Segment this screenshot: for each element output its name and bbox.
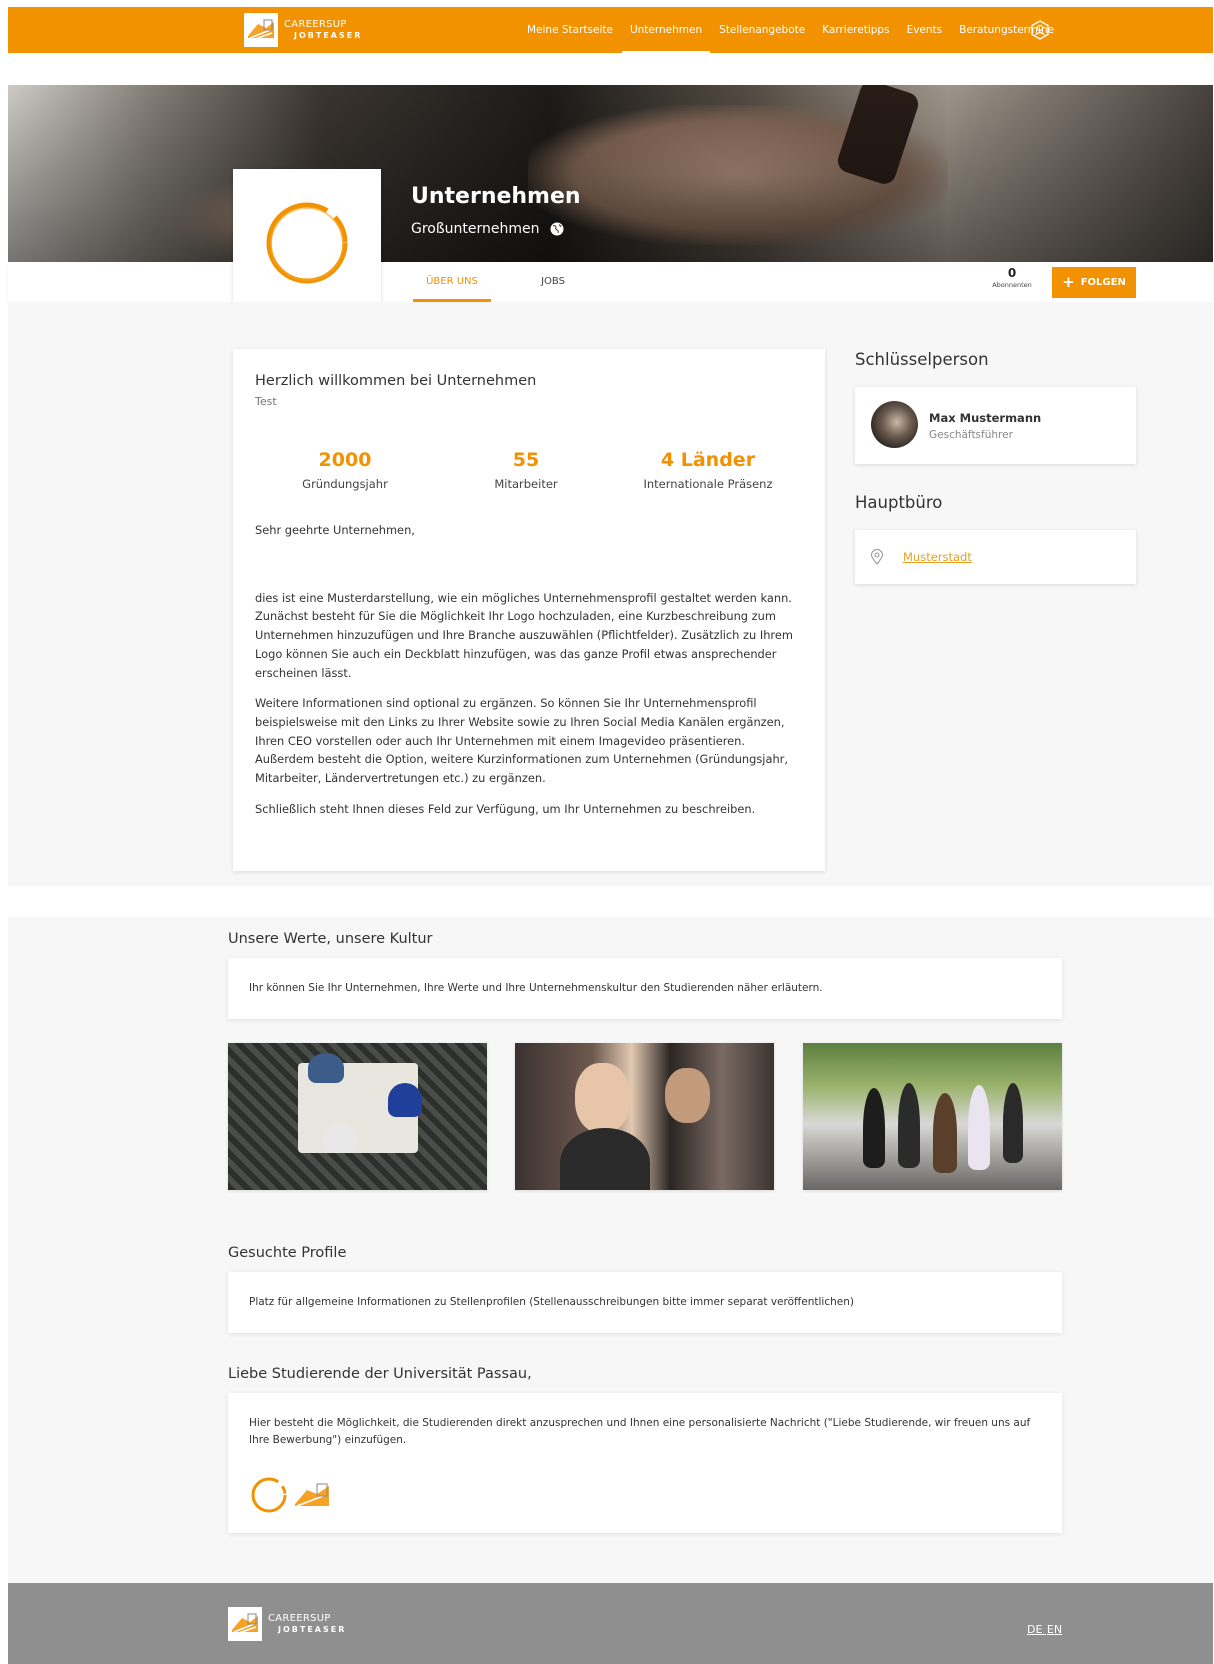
welcome-title: Herzlich willkommen bei Unternehmen (255, 373, 537, 389)
stat-value: 55 (512, 449, 540, 471)
footer: CAREERSUP JOBTEASER DE EN (8, 1583, 1213, 1664)
logo-line1: CAREERSUP (284, 19, 347, 30)
profile-tabs-bar: ÜBER UNS JOBS 0 Abonnenten + FOLGEN (8, 262, 1213, 302)
logo-line2: JOBTEASER (278, 1625, 347, 1634)
key-person-name: Max Mustermann (929, 411, 1042, 425)
location-pin-icon (870, 549, 884, 565)
uni-logo-icon (244, 13, 278, 47)
plus-icon: + (1062, 273, 1075, 291)
key-person-role: Geschäftsführer (929, 429, 1013, 441)
lang-en-link[interactable]: EN (1047, 1623, 1062, 1636)
stat-label: Gründungsjahr (302, 477, 388, 491)
welcome-subtitle: Test (255, 395, 277, 408)
students-heading: Liebe Studierende der Universität Passau… (228, 1366, 532, 1382)
gallery-photo-walking[interactable] (803, 1043, 1062, 1190)
office-card: Musterstadt (855, 530, 1136, 584)
nav-link-jobs[interactable]: Stellenangebote (719, 7, 805, 53)
avatar (871, 401, 918, 448)
company-logo (233, 169, 381, 317)
nav-links: Meine Startseite Unternehmen Stellenange… (527, 7, 1071, 53)
ring-logo-icon (251, 1477, 287, 1513)
followers-count: 0 Abonnenten (987, 266, 1037, 289)
stat-employees: 55 Mitarbeiter (436, 449, 616, 491)
ring-logo-icon (266, 202, 348, 284)
nav-link-home[interactable]: Meine Startseite (527, 7, 613, 53)
company-description: Sehr geehrte Unternehmen, dies ist eine … (255, 521, 803, 830)
profiles-text: Platz für allgemeine Informationen zu St… (249, 1296, 854, 1308)
logo-line1: CAREERSUP (268, 1613, 331, 1624)
stat-label: Internationale Präsenz (643, 477, 773, 491)
followers-number: 0 (1007, 266, 1017, 280)
follow-button[interactable]: + FOLGEN (1052, 267, 1136, 298)
signature-logos (249, 1475, 333, 1515)
students-card: Hier besteht die Möglichkeit, die Studie… (228, 1393, 1062, 1533)
followers-label: Abonnenten (992, 281, 1032, 289)
stat-value: 4 Länder (660, 449, 756, 471)
company-size-label: Großunternehmen (411, 221, 540, 237)
stat-founding-year: 2000 Gründungsjahr (255, 449, 435, 491)
office-heading: Hauptbüro (855, 493, 943, 512)
description-paragraph: Schließlich steht Ihnen dieses Feld zur … (255, 801, 756, 816)
stat-label: Mitarbeiter (494, 477, 558, 491)
stat-value: 2000 (318, 449, 372, 471)
lang-de-link[interactable]: DE (1027, 1623, 1042, 1636)
footer-logo[interactable]: CAREERSUP JOBTEASER (228, 1607, 346, 1641)
uni-logo-icon (295, 1483, 329, 1507)
stat-countries: 4 Länder Internationale Präsenz (618, 449, 798, 491)
nav-link-companies[interactable]: Unternehmen (621, 7, 711, 53)
tab-jobs[interactable]: JOBS (523, 262, 583, 302)
globe-icon[interactable] (550, 222, 564, 236)
follow-button-label: FOLGEN (1080, 277, 1126, 288)
key-person-heading: Schlüsselperson (855, 350, 989, 369)
values-card: Ihr können Sie Ihr Unternehmen, Ihre Wer… (228, 958, 1062, 1019)
key-person-card[interactable]: Max Mustermann Geschäftsführer (855, 387, 1136, 464)
profiles-card: Platz für allgemeine Informationen zu St… (228, 1272, 1062, 1333)
company-name: Unternehmen (411, 184, 581, 209)
description-paragraph: Sehr geehrte Unternehmen, (255, 523, 415, 537)
tab-about[interactable]: ÜBER UNS (413, 262, 491, 302)
top-navbar: CAREERSUP JOBTEASER Meine Startseite Unt… (8, 7, 1213, 53)
company-size: Großunternehmen (411, 221, 564, 237)
careersup-logo[interactable]: CAREERSUP JOBTEASER (244, 13, 362, 47)
language-switcher: DE EN (1026, 1623, 1062, 1636)
profiles-heading: Gesuchte Profile (228, 1245, 347, 1261)
office-city-link[interactable]: Musterstadt (903, 550, 972, 564)
description-paragraph: Weitere Informationen sind optional zu e… (255, 696, 788, 786)
uni-logo-icon (228, 1607, 262, 1641)
logo-line2: JOBTEASER (294, 31, 363, 40)
values-text: Ihr können Sie Ihr Unternehmen, Ihre Wer… (249, 982, 823, 994)
gallery-photo-team[interactable] (515, 1043, 774, 1190)
cover-image (8, 85, 1213, 262)
values-heading: Unsere Werte, unsere Kultur (228, 931, 433, 947)
nav-link-events[interactable]: Events (907, 7, 943, 53)
gallery-photo-meeting[interactable] (228, 1043, 487, 1190)
students-text: Hier besteht die Möglichkeit, die Studie… (249, 1417, 1031, 1446)
page: CAREERSUP JOBTEASER Meine Startseite Unt… (8, 7, 1213, 1664)
nav-link-career-tips[interactable]: Karrieretipps (822, 7, 889, 53)
about-card: Herzlich willkommen bei Unternehmen Test… (233, 349, 825, 871)
description-paragraph: dies ist eine Musterdarstellung, wie ein… (255, 590, 793, 680)
user-account-icon[interactable] (1030, 20, 1050, 40)
